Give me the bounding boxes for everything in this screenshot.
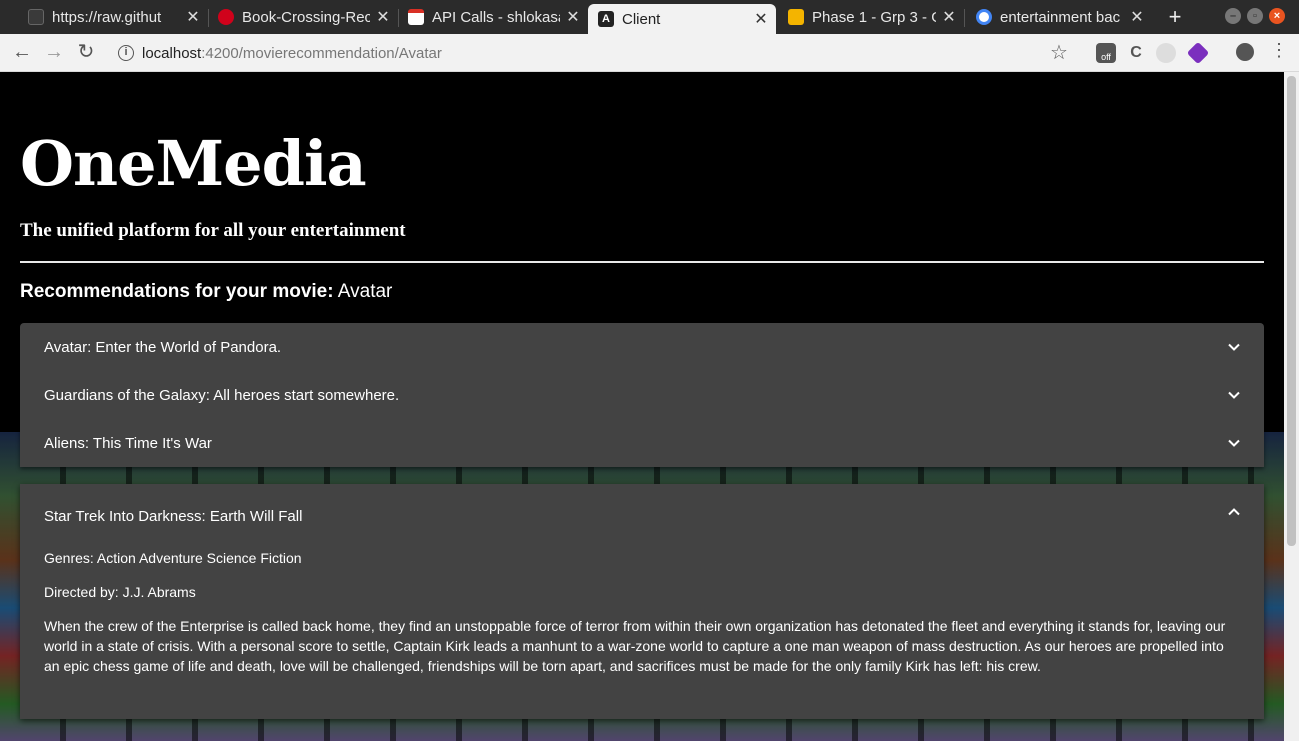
window-controls: – ▫ ×	[1225, 8, 1285, 24]
tab-title: API Calls - shlokasa	[432, 8, 560, 26]
movie-director: Directed by: J.J. Abrams	[44, 584, 196, 600]
accordion-item[interactable]: Guardians of the Galaxy: All heroes star…	[20, 371, 1264, 419]
window-close-button[interactable]: ×	[1269, 8, 1285, 24]
browser-menu-icon[interactable]: ⋮	[1270, 40, 1288, 61]
accordion-item[interactable]: Avatar: Enter the World of Pandora.	[20, 323, 1264, 371]
tab-gmail[interactable]: API Calls - shlokasa ✕	[398, 2, 588, 32]
extension-circle-icon[interactable]	[1156, 43, 1176, 63]
recommendation-title: Aliens: This Time It's War	[44, 434, 212, 452]
close-icon[interactable]: ✕	[1130, 7, 1144, 27]
recommendations-heading: Recommendations for your movie: Avatar	[20, 281, 392, 303]
gmail-icon	[408, 9, 424, 25]
recommendations-label: Recommendations for your movie:	[20, 281, 334, 302]
close-icon[interactable]: ✕	[942, 7, 956, 27]
new-tab-button[interactable]: +	[1164, 4, 1186, 30]
accordion-item-expanded: Star Trek Into Darkness: Earth Will Fall…	[20, 484, 1264, 719]
address-bar[interactable]: i localhost:4200/movierecommendation/Ava…	[110, 38, 1080, 68]
slides-icon	[788, 9, 804, 25]
recommendation-title: Star Trek Into Darkness: Earth Will Fall	[44, 507, 303, 525]
back-button[interactable]: ←	[10, 40, 34, 64]
url-host: localhost	[142, 44, 202, 62]
accordion-item-header[interactable]: Star Trek Into Darkness: Earth Will Fall	[20, 484, 1264, 548]
selected-movie: Avatar	[337, 281, 393, 302]
tab-title: Book-Crossing-Rec	[242, 8, 370, 26]
extension-off-icon[interactable]: off	[1096, 43, 1116, 63]
chevron-up-icon	[1228, 508, 1240, 516]
browser-toolbar: ← → ↻ i localhost:4200/movierecommendati…	[0, 34, 1299, 72]
minimize-button[interactable]: –	[1225, 8, 1241, 24]
tab-client[interactable]: A Client ✕	[588, 4, 776, 34]
tab-phase1-slides[interactable]: Phase 1 - Grp 3 - Go ✕	[778, 2, 964, 32]
forward-button[interactable]: →	[42, 40, 66, 64]
page-scrollbar[interactable]	[1284, 72, 1299, 741]
header-divider	[20, 261, 1264, 263]
tab-google-search[interactable]: entertainment bac ✕	[966, 2, 1152, 32]
angular-icon: A	[598, 11, 614, 27]
recommendation-title: Avatar: Enter the World of Pandora.	[44, 338, 282, 356]
close-icon[interactable]: ✕	[566, 7, 580, 27]
site-info-icon[interactable]: i	[118, 45, 134, 61]
tab-title: entertainment bac	[1000, 8, 1121, 26]
scrollbar-thumb[interactable]	[1287, 76, 1296, 546]
extension-cube-icon[interactable]	[1186, 41, 1210, 65]
bookmark-star-icon[interactable]: ☆	[1050, 40, 1068, 65]
book-icon	[218, 9, 234, 25]
tab-title: Phase 1 - Grp 3 - Go	[812, 8, 936, 26]
tab-book-crossing[interactable]: Book-Crossing-Rec ✕	[208, 2, 398, 32]
page-viewport: OneMedia The unified platform for all yo…	[0, 72, 1284, 741]
url-path: :4200/movierecommendation/Avatar	[201, 44, 442, 62]
movie-genres: Genres: Action Adventure Science Fiction	[44, 550, 302, 566]
brand-tagline: The unified platform for all your entert…	[20, 220, 406, 241]
brand-title: OneMedia	[20, 127, 367, 200]
chevron-down-icon	[1228, 439, 1240, 447]
tab-title: https://raw.githut	[52, 8, 162, 26]
recommendation-accordion: Avatar: Enter the World of Pandora. Guar…	[20, 323, 1264, 467]
reload-button[interactable]: ↻	[74, 40, 98, 64]
maximize-button[interactable]: ▫	[1247, 8, 1263, 24]
page-icon	[28, 9, 44, 25]
tab-raw-github[interactable]: https://raw.githut ✕	[18, 2, 208, 32]
chevron-down-icon	[1228, 343, 1240, 351]
close-icon[interactable]: ✕	[186, 7, 200, 27]
close-icon[interactable]: ✕	[754, 9, 768, 29]
extension-c-icon[interactable]: C	[1126, 43, 1146, 63]
profile-avatar-icon[interactable]	[1236, 43, 1254, 61]
tab-title: Client	[622, 10, 661, 28]
accordion-item[interactable]: Aliens: This Time It's War	[20, 419, 1264, 467]
google-icon	[976, 9, 992, 25]
recommendation-title: Guardians of the Galaxy: All heroes star…	[44, 386, 400, 404]
accordion-item-body: Genres: Action Adventure Science Fiction…	[20, 548, 1264, 676]
close-icon[interactable]: ✕	[376, 7, 390, 27]
chevron-down-icon	[1228, 391, 1240, 399]
tab-separator	[964, 9, 965, 27]
extension-badge: off	[1101, 52, 1111, 62]
browser-tab-strip: https://raw.githut ✕ Book-Crossing-Rec ✕…	[0, 0, 1299, 34]
movie-overview: When the crew of the Enterprise is calle…	[44, 618, 1226, 674]
